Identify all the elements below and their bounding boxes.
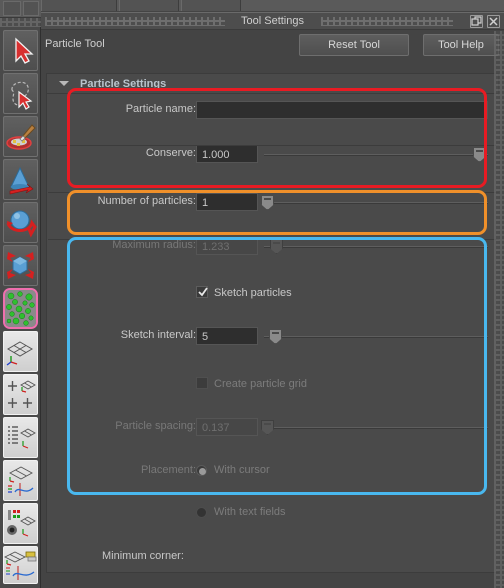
conserve-slider-knob[interactable] <box>473 147 486 162</box>
sketch-interval-input[interactable] <box>196 327 258 345</box>
layout-single-persp[interactable] <box>3 331 38 372</box>
particle-settings-panel: Particle Settings Particle name: Conserv… <box>46 73 499 573</box>
sketch-particles-label: Sketch particles <box>214 287 292 299</box>
scale-cube-icon <box>4 246 37 285</box>
current-tool-name: Particle Tool <box>45 38 105 50</box>
row-conserve: Conserve: <box>48 143 499 165</box>
hypershade-persp-icon <box>7 510 36 537</box>
layout-outliner-persp[interactable] <box>3 417 38 458</box>
minimum-corner-label: Minimum corner: <box>102 550 184 562</box>
lasso-select-icon <box>4 74 37 113</box>
checkmark-icon <box>198 287 208 297</box>
number-of-particles-slider-track[interactable] <box>264 202 488 204</box>
row-sketch-interval: Sketch interval: <box>48 325 499 347</box>
tool-help-button[interactable]: Tool Help <box>423 34 499 56</box>
particle-spacing-slider-knob <box>261 420 274 435</box>
row-placement-with-cursor: Placement: With cursor <box>48 460 499 482</box>
number-of-particles-slider-knob[interactable] <box>261 195 274 210</box>
particle-name-label: Particle name: <box>125 103 196 115</box>
tool-settings-window: Tool Settings Particle Tool Reset Tool T… <box>41 12 504 588</box>
maximum-radius-label: Maximum radius: <box>112 239 196 251</box>
tool-select-arrow[interactable] <box>3 30 38 71</box>
particle-name-input[interactable] <box>196 101 488 119</box>
tool-scale[interactable] <box>3 245 38 286</box>
maximum-radius-slider-knob <box>270 239 283 254</box>
sketch-particles-checkbox[interactable] <box>196 286 208 298</box>
layout-hypershade-persp[interactable] <box>3 503 38 544</box>
grid-plane-icon <box>6 341 33 366</box>
particle-tool-icon <box>5 290 36 327</box>
select-arrow-icon <box>4 31 37 70</box>
rotate-sphere-icon <box>4 203 37 242</box>
top-strip <box>41 0 504 12</box>
sketch-interval-slider-knob[interactable] <box>269 329 282 344</box>
toolbox-mini-button-1[interactable] <box>3 1 21 16</box>
layout-four-view[interactable] <box>3 374 38 415</box>
vertical-scrollbar[interactable] <box>494 31 504 588</box>
maximum-radius-slider-track <box>264 246 488 248</box>
window-titlebar[interactable]: Tool Settings <box>41 13 504 30</box>
placement-radio-with-text-fields[interactable] <box>196 507 207 518</box>
window-title: Tool Settings <box>241 15 304 27</box>
undock-icon <box>471 16 482 26</box>
outliner-persp-icon <box>8 426 36 449</box>
panel-body: Particle name: Conserve: Number of parti… <box>48 95 499 572</box>
persp-graph-icon <box>8 466 34 496</box>
placement-radio-with-cursor[interactable] <box>196 465 207 476</box>
toolbox-mini-button-2[interactable] <box>23 1 39 16</box>
row-sketch-particles: Sketch particles <box>48 283 499 305</box>
close-window-button[interactable] <box>487 15 500 28</box>
four-view-layout-icon <box>8 380 36 408</box>
row-particle-name: Particle name: <box>48 99 499 121</box>
sketch-interval-slider-track[interactable] <box>264 336 488 338</box>
tool-rotate[interactable] <box>3 202 38 243</box>
radio-dot-icon <box>199 468 206 475</box>
toolbox-top-strip <box>0 0 41 18</box>
row-particle-spacing: Particle spacing: <box>48 416 499 438</box>
particle-spacing-label: Particle spacing: <box>115 420 196 432</box>
sketch-interval-label: Sketch interval: <box>120 329 196 341</box>
conserve-slider-track[interactable] <box>264 154 488 156</box>
row-placement-with-text-fields: With text fields <box>48 502 499 524</box>
tool-paint-brush[interactable] <box>3 116 38 157</box>
particle-spacing-input <box>196 418 258 436</box>
paint-brush-icon <box>4 117 37 156</box>
tool-lasso-select[interactable] <box>3 73 38 114</box>
conserve-input[interactable] <box>196 145 258 163</box>
particle-settings-frame-header[interactable]: Particle Settings <box>47 74 498 94</box>
placement-with-cursor-label: With cursor <box>214 464 270 476</box>
conserve-label: Conserve: <box>145 147 196 159</box>
move-cone-icon <box>4 160 37 199</box>
undock-window-button[interactable] <box>470 15 483 28</box>
row-minimum-corner-header: Minimum corner: <box>48 546 499 568</box>
close-icon <box>489 17 498 26</box>
toolbox-drag-handle[interactable] <box>0 18 41 27</box>
number-of-particles-input[interactable] <box>196 193 258 211</box>
placement-label: Placement: <box>140 464 196 476</box>
tool-move[interactable] <box>3 159 38 200</box>
tool-particle[interactable] <box>3 288 38 329</box>
tool-box <box>0 0 41 588</box>
triangle-down-icon[interactable] <box>59 81 69 86</box>
layout-persp-graph-outliner[interactable] <box>3 546 38 584</box>
create-particle-grid-checkbox[interactable] <box>196 377 208 389</box>
persp-graph-outliner-icon <box>4 551 37 580</box>
frame-title-label: Particle Settings <box>80 78 167 90</box>
placement-with-text-fields-label: With text fields <box>214 506 286 518</box>
row-number-of-particles: Number of particles: <box>48 191 499 213</box>
particle-spacing-slider-track <box>264 427 488 429</box>
reset-tool-button[interactable]: Reset Tool <box>299 34 409 56</box>
layout-persp-graph[interactable] <box>3 460 38 501</box>
tool-header: Particle Tool Reset Tool Tool Help <box>41 30 504 60</box>
number-of-particles-label: Number of particles: <box>97 195 196 207</box>
row-create-particle-grid: Create particle grid <box>48 374 499 396</box>
create-particle-grid-label: Create particle grid <box>214 378 307 390</box>
